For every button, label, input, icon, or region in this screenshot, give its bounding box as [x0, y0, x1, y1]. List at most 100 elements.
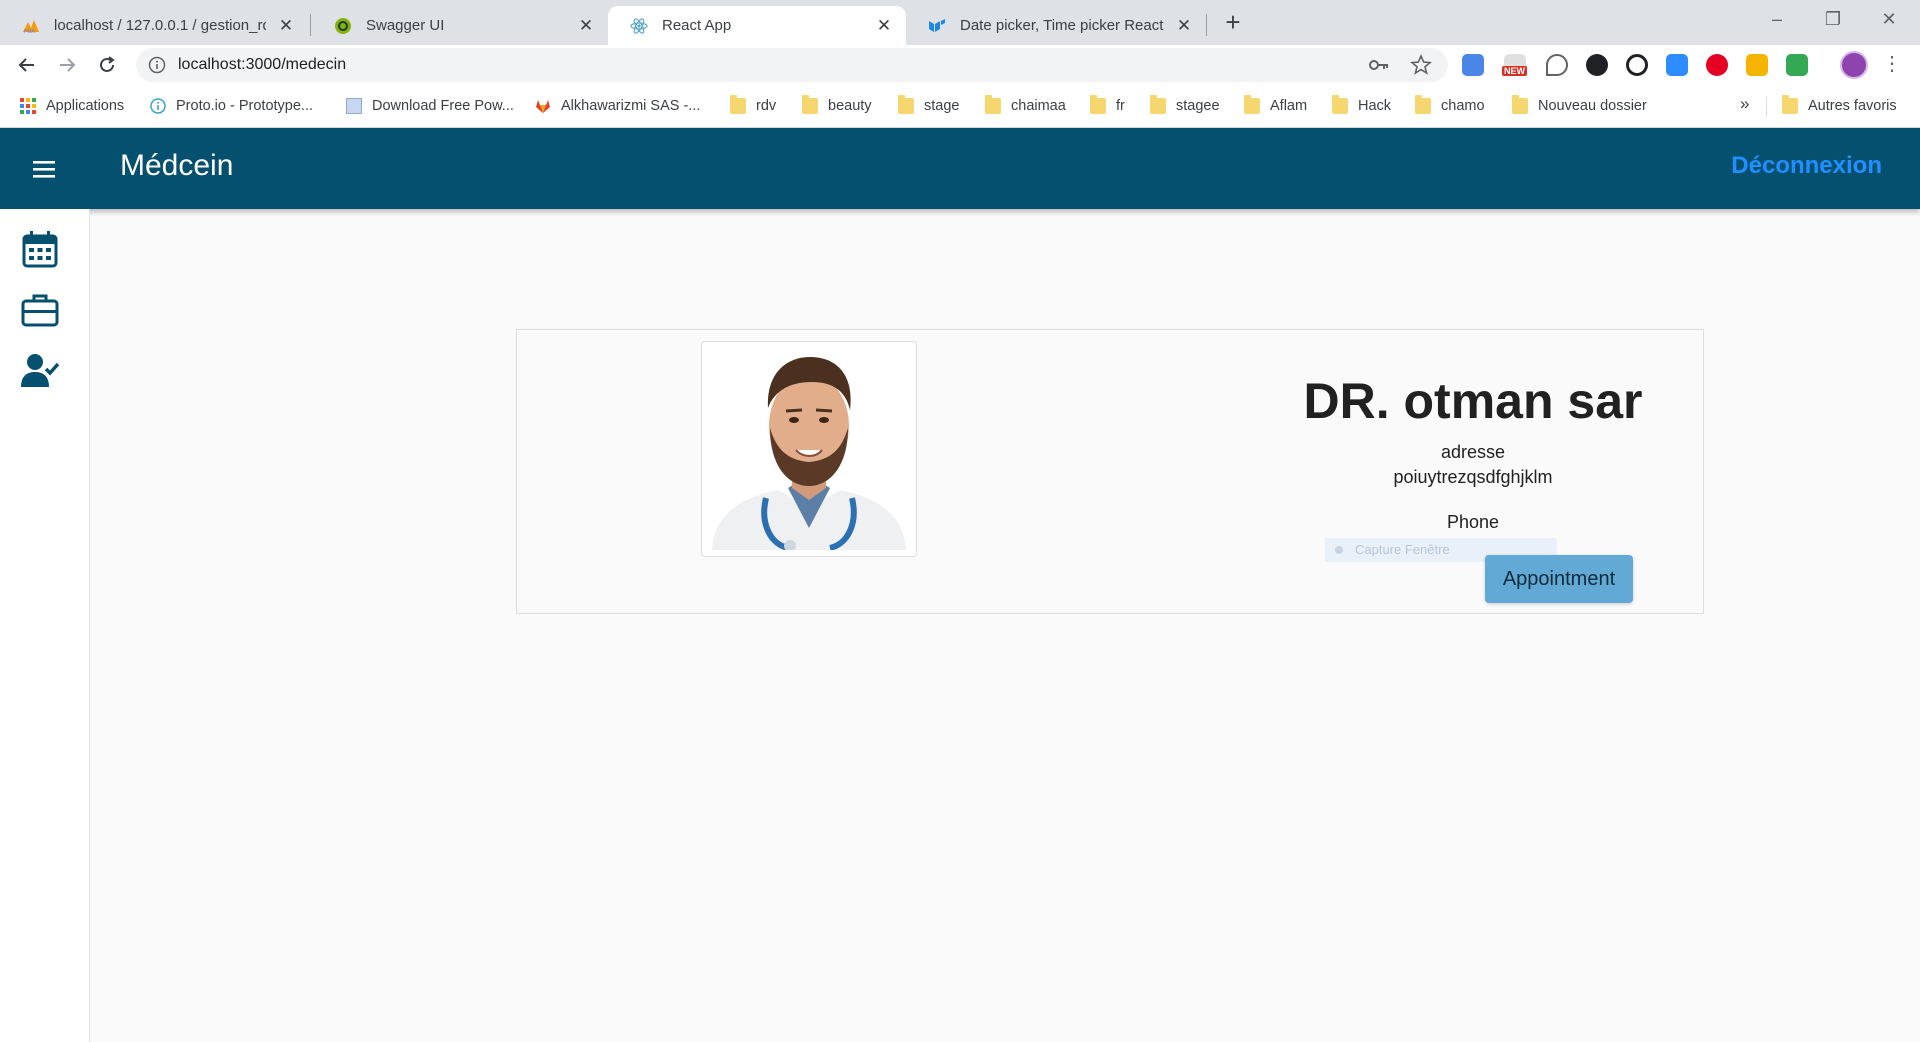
logout-button[interactable]: Déconnexion	[1731, 152, 1882, 180]
pinterest-icon[interactable]	[1706, 54, 1728, 76]
bookmark-folder-stage[interactable]: stage	[898, 95, 959, 117]
new-tab-button[interactable]: +	[1218, 8, 1248, 38]
svg-text:PMA: PMA	[24, 29, 36, 34]
bookmark-folder-beauty[interactable]: beauty	[802, 95, 872, 117]
folder-icon	[1782, 95, 1798, 114]
folder-icon	[898, 95, 914, 114]
zoom-extension-icon[interactable]	[1666, 54, 1688, 76]
info-icon	[150, 98, 166, 114]
bookmark-label: Hack	[1358, 98, 1392, 114]
bookmark-label: stage	[924, 98, 960, 114]
back-button[interactable]	[12, 50, 42, 80]
tab-react-app[interactable]: React App ✕	[608, 6, 906, 45]
react-icon	[630, 17, 648, 35]
bookmark-folder-chaimaa[interactable]: chaimaa	[985, 95, 1066, 117]
bookmark-label: rdv	[756, 98, 777, 114]
folder-icon	[985, 95, 1001, 114]
bookmark-label: Nouveau dossier	[1538, 98, 1647, 114]
restore-button[interactable]: ❐	[1810, 4, 1856, 34]
bookmark-label: Autres favoris	[1808, 98, 1897, 114]
star-icon[interactable]	[1410, 54, 1432, 76]
bookmark-folder-nouveau-dossier[interactable]: Nouveau dossier	[1512, 95, 1647, 117]
doctor-card: DR. otman sar adresse poiuytrezqsdfghjkl…	[516, 329, 1704, 614]
browser-tab-strip: PMA localhost / 127.0.0.1 / gestion_rdv …	[0, 0, 1920, 45]
bookmark-other-favorites[interactable]: Autres favoris	[1782, 95, 1897, 117]
bookmarks-bar: Applications Proto.io - Prototype... Dow…	[0, 85, 1920, 128]
browser-menu-icon[interactable]: ⋮	[1882, 53, 1902, 77]
minimize-button[interactable]: –	[1754, 4, 1800, 34]
material-ui-icon	[928, 17, 946, 35]
bookmark-label: chamo	[1441, 98, 1485, 114]
tab-phpmyadmin[interactable]: PMA localhost / 127.0.0.1 / gestion_rdv …	[0, 6, 308, 45]
tab-title: localhost / 127.0.0.1 / gestion_rdv	[54, 17, 266, 34]
swagger-icon	[334, 17, 352, 35]
translate-extension-icon[interactable]	[1462, 54, 1484, 76]
bookmarks-separator	[1766, 97, 1767, 117]
page-title: Médcein	[120, 149, 234, 182]
bookmark-label: fr	[1116, 98, 1125, 114]
arrow-right-icon	[60, 58, 76, 72]
bookmark-label: Alkhawarizmi SAS -...	[561, 98, 701, 114]
bookmark-label: stagee	[1176, 98, 1220, 114]
user-check-icon[interactable]	[20, 351, 60, 391]
bookmark-folder-aflam[interactable]: Aflam	[1244, 95, 1307, 117]
bookmark-folder-fr[interactable]: fr	[1090, 95, 1125, 117]
doctor-portrait-image	[708, 348, 910, 552]
browser-toolbar: localhost:3000/medecin NEW ⋮	[0, 45, 1920, 85]
appointment-button[interactable]: Appointment	[1485, 555, 1633, 603]
hamburger-menu-icon[interactable]	[30, 157, 60, 181]
close-window-button[interactable]: ✕	[1866, 4, 1912, 34]
eyedropper-extension-icon[interactable]	[1546, 54, 1568, 76]
bookmark-proto-io[interactable]: Proto.io - Prototype...	[150, 95, 313, 117]
apps-grid-icon	[20, 98, 36, 114]
doctor-name: DR. otman sar	[1303, 373, 1643, 429]
tab-swagger[interactable]: Swagger UI ✕	[312, 6, 608, 45]
folder-icon	[1244, 95, 1260, 114]
folder-icon	[802, 95, 818, 114]
close-icon[interactable]: ✕	[874, 16, 894, 36]
reload-button[interactable]	[92, 50, 122, 80]
bookmark-folder-stagee[interactable]: stagee	[1150, 95, 1220, 117]
address-bar[interactable]: localhost:3000/medecin	[136, 48, 1448, 82]
bookmark-folder-hack[interactable]: Hack	[1332, 95, 1391, 117]
calendar-icon[interactable]	[20, 229, 60, 269]
bookmark-applications[interactable]: Applications	[20, 95, 124, 117]
bookmark-download-free-pow[interactable]: Download Free Pow...	[346, 95, 514, 117]
folder-icon	[1090, 95, 1106, 114]
folder-icon	[730, 95, 746, 114]
color-grid-extension-icon[interactable]	[1746, 54, 1768, 76]
tab-separator	[310, 14, 311, 36]
profile-avatar[interactable]	[1840, 51, 1868, 79]
briefcase-icon[interactable]	[20, 290, 60, 330]
bookmark-label: chaimaa	[1011, 98, 1066, 114]
bookmarks-overflow-button[interactable]: »	[1740, 94, 1749, 114]
capture-dot-icon	[1335, 546, 1343, 554]
sync-extension-icon[interactable]	[1626, 54, 1648, 76]
phone-label: Phone	[1446, 512, 1500, 532]
close-icon[interactable]: ✕	[276, 16, 296, 36]
phpmyadmin-icon: PMA	[22, 17, 40, 35]
key-icon[interactable]	[1368, 56, 1390, 74]
tab-title: Date picker, Time picker React co	[960, 17, 1164, 34]
tab-separator	[1206, 14, 1207, 36]
bookmark-alkhawarizmi[interactable]: Alkhawarizmi SAS -...	[535, 95, 700, 117]
capture-overlay-text: Capture Fenêtre	[1355, 542, 1450, 557]
address-value: poiuytrezqsdfghjklm	[1393, 467, 1553, 487]
close-icon[interactable]: ✕	[1174, 16, 1194, 36]
bookmark-label: Applications	[46, 98, 125, 114]
bookmark-folder-chamo[interactable]: chamo	[1415, 95, 1485, 117]
arrow-left-icon	[18, 58, 34, 72]
address-label: adresse	[1440, 442, 1506, 462]
search-extension-icon[interactable]	[1586, 54, 1608, 76]
tab-date-picker[interactable]: Date picker, Time picker React co ✕	[906, 6, 1206, 45]
bookmark-folder-rdv[interactable]: rdv	[730, 95, 776, 117]
new-extension-icon[interactable]: NEW	[1502, 54, 1527, 76]
info-icon[interactable]	[148, 56, 166, 74]
close-icon[interactable]: ✕	[576, 16, 596, 36]
cube-extension-icon[interactable]	[1786, 54, 1808, 76]
forward-button[interactable]	[52, 50, 82, 80]
bookmark-label: Download Free Pow...	[372, 98, 514, 114]
bookmark-label: Aflam	[1270, 98, 1308, 114]
new-badge: NEW	[1502, 66, 1527, 76]
bookmark-label: beauty	[828, 98, 872, 114]
